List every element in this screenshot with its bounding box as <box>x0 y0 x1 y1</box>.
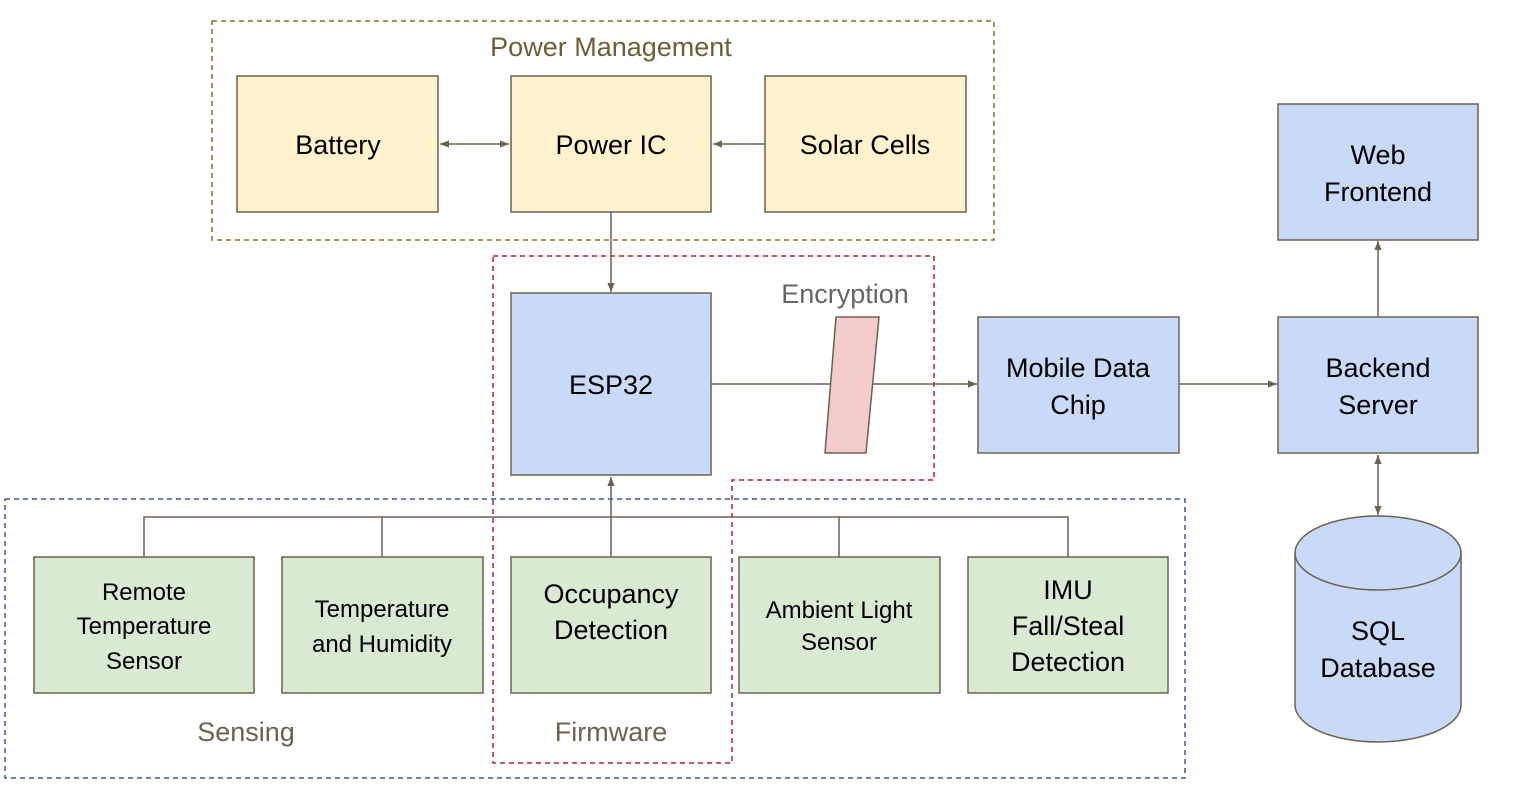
svg-text:Temperature: Temperature <box>77 613 212 640</box>
sensor-bus <box>143 516 1069 557</box>
occupancy-detection-node: Occupancy Detection <box>510 556 712 694</box>
svg-text:Solar Cells: Solar Cells <box>800 130 931 160</box>
mobile-data-chip-node: Mobile Data Chip <box>977 316 1180 454</box>
svg-text:SQL: SQL <box>1351 616 1405 646</box>
svg-text:Detection: Detection <box>554 615 668 645</box>
imu-node: IMU Fall/Steal Detection <box>967 556 1169 694</box>
svg-text:Remote: Remote <box>102 579 186 606</box>
svg-text:Chip: Chip <box>1050 390 1106 420</box>
web-frontend-node: Web Frontend <box>1277 103 1479 241</box>
power-ic-node: Power IC <box>510 75 712 213</box>
svg-text:Server: Server <box>1338 390 1418 420</box>
svg-text:Occupancy: Occupancy <box>543 579 679 609</box>
encryption-label: Encryption <box>781 279 909 309</box>
sql-database-node: SQL Database <box>1294 515 1462 743</box>
temperature-humidity-node: Temperature and Humidity <box>281 556 484 694</box>
svg-text:Sensor: Sensor <box>801 629 877 656</box>
backend-server-node: Backend Server <box>1277 316 1479 454</box>
svg-text:Web: Web <box>1350 140 1405 170</box>
battery-node: Battery <box>236 75 439 213</box>
svg-text:Temperature: Temperature <box>315 596 450 623</box>
svg-text:Detection: Detection <box>1011 647 1125 677</box>
sensing-label: Sensing <box>197 717 295 747</box>
power-management-label: Power Management <box>490 32 732 62</box>
svg-text:Battery: Battery <box>295 130 381 160</box>
svg-text:IMU: IMU <box>1043 575 1093 605</box>
ambient-light-sensor-node: Ambient Light Sensor <box>738 556 941 694</box>
solar-cells-node: Solar Cells <box>764 75 967 213</box>
svg-text:Backend: Backend <box>1325 353 1430 383</box>
esp32-node: ESP32 <box>510 292 712 476</box>
svg-text:Database: Database <box>1320 653 1436 683</box>
remote-temperature-sensor-node: Remote Temperature Sensor <box>33 556 255 694</box>
svg-text:Power IC: Power IC <box>555 130 666 160</box>
svg-text:Ambient Light: Ambient Light <box>766 597 913 624</box>
svg-text:Mobile Data: Mobile Data <box>1006 353 1151 383</box>
svg-text:ESP32: ESP32 <box>569 370 653 400</box>
encryption-block <box>824 316 880 454</box>
system-block-diagram: Power Management Encryption Sensing Firm… <box>4 20 1479 779</box>
svg-text:Fall/Steal: Fall/Steal <box>1012 611 1125 641</box>
firmware-label: Firmware <box>555 717 668 747</box>
svg-text:Frontend: Frontend <box>1324 177 1432 207</box>
svg-text:Sensor: Sensor <box>106 648 182 675</box>
svg-text:and Humidity: and Humidity <box>312 631 452 658</box>
